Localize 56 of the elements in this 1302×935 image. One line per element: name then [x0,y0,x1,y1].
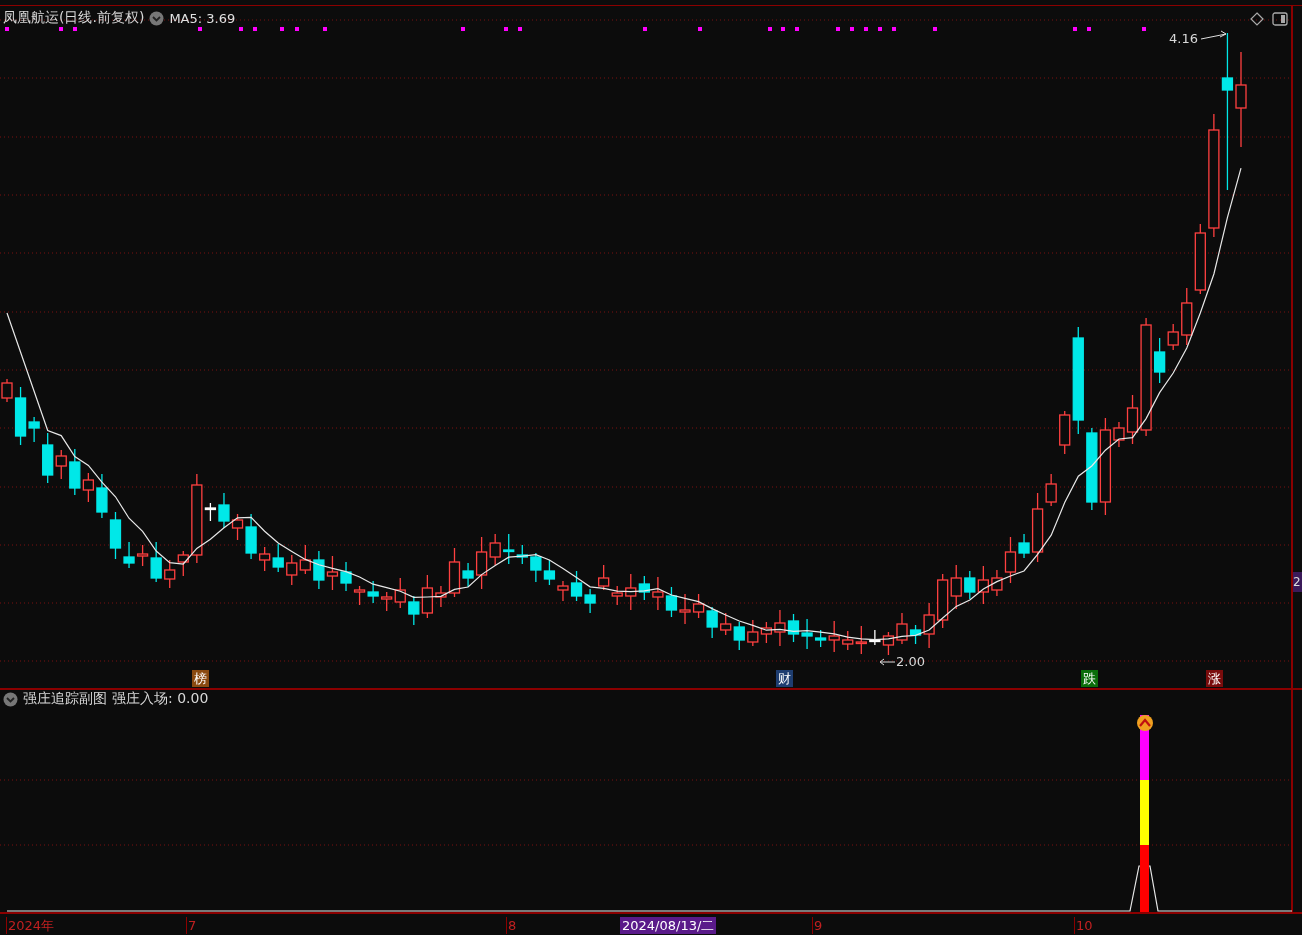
candlestick [177,550,189,577]
candlestick [733,621,745,651]
candlestick [313,550,325,590]
candlestick [1194,223,1206,295]
panel-icon[interactable] [1272,12,1288,26]
candlestick [598,564,610,591]
candlestick [286,554,298,586]
candlestick [326,555,339,591]
axis-date-label: 7 [186,917,197,934]
candlestick [584,588,596,614]
axis-date-label: 2024/08/13/二 [620,917,717,934]
indicator-value: 强庄入场: 0.00 [112,690,209,708]
event-tag[interactable]: 涨 [1206,670,1223,687]
axis-date-label: 8 [506,917,517,934]
axis-date-label: 2024年 [6,917,55,934]
candlestick [299,544,311,575]
candlestick [977,565,989,605]
candlestick [692,593,705,619]
candlestick [720,612,732,636]
candlestick [530,552,542,583]
candlestick [801,618,813,650]
event-tag[interactable]: 跌 [1081,670,1098,687]
candlestick [842,630,854,651]
indicator-value: MA5: 3.69 [169,10,236,26]
price-label: 2.00 [896,654,925,669]
candlestick [96,473,108,519]
event-tag[interactable]: 财 [776,670,793,687]
dropdown-icon[interactable] [149,10,165,26]
candlestick [937,573,949,629]
axis-date-label: 9 [812,917,823,934]
axis-date-label: 10 [1074,917,1093,934]
candlestick [964,570,976,600]
candlestick [272,543,284,573]
candlestick [1181,287,1193,346]
candlestick [543,559,556,586]
indicator-title: 强庄追踪副图 [23,690,107,708]
price-label: 4.16 [1169,31,1198,46]
candlestick [611,585,623,606]
candlestick [679,593,691,625]
dropdown-icon[interactable] [3,691,18,707]
candlestick [747,619,759,647]
candlestick [665,586,678,618]
candlestick [259,546,271,572]
leader-line [1200,30,1227,40]
candlestick [367,580,379,604]
candlestick [706,606,718,639]
stock-title: 凤凰航运(日线.前复权) [3,9,145,27]
diamond-icon[interactable] [1250,12,1264,26]
leader-line [879,658,896,666]
axis-label: 2 [1293,572,1302,592]
candlestick [855,625,867,655]
candlestick [652,576,664,611]
candlestick [787,613,800,643]
candlestick [164,559,176,589]
event-tag[interactable]: 榜 [192,670,209,687]
candlestick [950,564,962,610]
